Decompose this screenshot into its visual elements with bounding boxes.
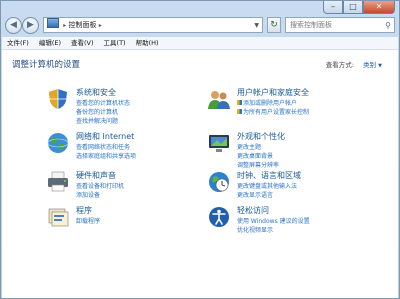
view-by-dropdown[interactable]: 类别 ▼ <box>363 59 382 69</box>
link-change-display-language[interactable]: 更改显示语言 <box>237 190 273 199</box>
ease-of-access-icon <box>209 207 229 227</box>
link-change-input-method[interactable]: 更改键盘或其他输入法 <box>237 181 297 190</box>
search-placeholder: 搜索控制面板 <box>290 21 332 29</box>
link-devices-printers[interactable]: 查看设备和打印机 <box>76 181 124 190</box>
link-add-remove-users[interactable]: 添加或删除用户帐户 <box>237 98 297 107</box>
title-bar: – □ ✕ <box>1 1 399 14</box>
category-title[interactable]: 轻松访问 <box>237 205 269 216</box>
navigation-bar: ◀ ▶ ▸ 控制面板 ▸ ▼ ↻ 搜索控制面板 ⚲ <box>5 15 395 37</box>
view-by-label: 查看方式: <box>325 61 354 69</box>
uac-shield-icon <box>237 109 242 114</box>
menu-tools[interactable]: 工具(T) <box>99 37 131 49</box>
control-panel-window: – □ ✕ ◀ ▶ ▸ 控制面板 ▸ ▼ ↻ 搜索控制面板 ⚲ 文件(F) 编辑… <box>0 0 400 299</box>
menu-edit[interactable]: 编辑(E) <box>34 37 66 49</box>
users-icon <box>208 91 230 109</box>
link-troubleshoot[interactable]: 查找并解决问题 <box>76 116 118 125</box>
category-system-security: 系统和安全 查看您的计算机状态 备份您的计算机 查找并解决问题 <box>46 87 196 129</box>
category-title[interactable]: 系统和安全 <box>76 87 116 98</box>
clock-globe-icon <box>209 172 229 192</box>
link-homegroup-sharing[interactable]: 选择家庭组和共享选项 <box>76 151 136 160</box>
breadcrumb-arrow-icon: ▸ <box>63 22 67 29</box>
link-uninstall-program[interactable]: 卸载程序 <box>76 216 100 225</box>
close-button[interactable]: ✕ <box>363 1 395 14</box>
link-network-status[interactable]: 查看网络状态和任务 <box>76 142 130 151</box>
breadcrumb-control-panel[interactable]: 控制面板 <box>68 21 96 29</box>
menu-bar: 文件(F) 编辑(E) 查看(V) 工具(T) 帮助(H) <box>2 37 398 50</box>
minimize-button[interactable]: – <box>323 1 343 14</box>
category-programs: 程序 卸载程序 <box>46 205 196 233</box>
category-title[interactable]: 时钟、语言和区域 <box>237 170 301 181</box>
link-optimize-visual-display[interactable]: 优化视频显示 <box>237 225 273 234</box>
view-by-value: 类别 <box>363 61 377 69</box>
link-change-theme[interactable]: 更改主题 <box>237 142 261 151</box>
back-button[interactable]: ◀ <box>5 17 22 34</box>
category-title[interactable]: 程序 <box>76 205 92 216</box>
link-add-device[interactable]: 添加设备 <box>76 190 100 199</box>
category-appearance: 外观和个性化 更改主题 更改桌面背景 调整屏幕分辨率 <box>207 131 387 173</box>
search-input[interactable]: 搜索控制面板 ⚲ <box>285 17 395 33</box>
category-title[interactable]: 外观和个性化 <box>237 131 285 142</box>
menu-help[interactable]: 帮助(H) <box>131 37 164 49</box>
network-globe-icon <box>47 133 69 153</box>
forward-button[interactable]: ▶ <box>22 17 39 34</box>
link-recommended-settings[interactable]: 使用 Windows 建议的设置 <box>237 216 310 225</box>
window-controls: – □ ✕ <box>323 1 395 14</box>
address-bar[interactable]: ▸ 控制面板 ▸ ▼ <box>43 17 263 33</box>
main-content: 调整计算机的设置 查看方式: 类别 ▼ 系统和安全 查看您的计算机状态 备份您的计… <box>2 50 398 298</box>
link-backup-computer[interactable]: 备份您的计算机 <box>76 107 118 116</box>
category-ease-of-access: 轻松访问 使用 Windows 建议的设置 优化视频显示 <box>207 205 387 239</box>
breadcrumb-arrow-icon: ▸ <box>98 22 102 29</box>
chevron-down-icon: ▼ <box>378 63 382 69</box>
category-hardware-sound: 硬件和声音 查看设备和打印机 添加设备 <box>46 170 196 204</box>
uac-shield-icon <box>237 100 242 105</box>
maximize-button[interactable]: □ <box>343 1 363 14</box>
menu-file[interactable]: 文件(F) <box>2 37 34 49</box>
category-network-internet: 网络和 Internet 查看网络状态和任务 选择家庭组和共享选项 <box>46 131 196 165</box>
page-title: 调整计算机的设置 <box>12 60 81 70</box>
system-security-icon <box>49 89 67 109</box>
link-change-background[interactable]: 更改桌面背景 <box>237 151 273 160</box>
category-title[interactable]: 网络和 Internet <box>76 131 134 142</box>
link-screen-resolution[interactable]: 调整屏幕分辨率 <box>237 160 279 169</box>
menu-view[interactable]: 查看(V) <box>66 37 99 49</box>
search-icon[interactable]: ⚲ <box>385 18 391 33</box>
programs-icon <box>48 208 69 227</box>
category-title[interactable]: 硬件和声音 <box>76 170 116 181</box>
control-panel-icon <box>47 18 59 28</box>
category-title[interactable]: 用户帐户和家庭安全 <box>237 87 309 98</box>
printer-icon <box>48 171 68 192</box>
refresh-button[interactable]: ↻ <box>267 17 281 33</box>
address-dropdown-icon[interactable]: ▼ <box>254 18 259 33</box>
category-clock-language-region: 时钟、语言和区域 更改键盘或其他输入法 更改显示语言 <box>207 170 387 204</box>
display-personalize-icon <box>209 135 229 152</box>
link-parental-controls[interactable]: 为所有用户设置家长控制 <box>237 107 309 116</box>
category-user-accounts: 用户帐户和家庭安全 添加或删除用户帐户 为所有用户设置家长控制 <box>207 87 387 129</box>
link-view-computer-status[interactable]: 查看您的计算机状态 <box>76 98 130 107</box>
